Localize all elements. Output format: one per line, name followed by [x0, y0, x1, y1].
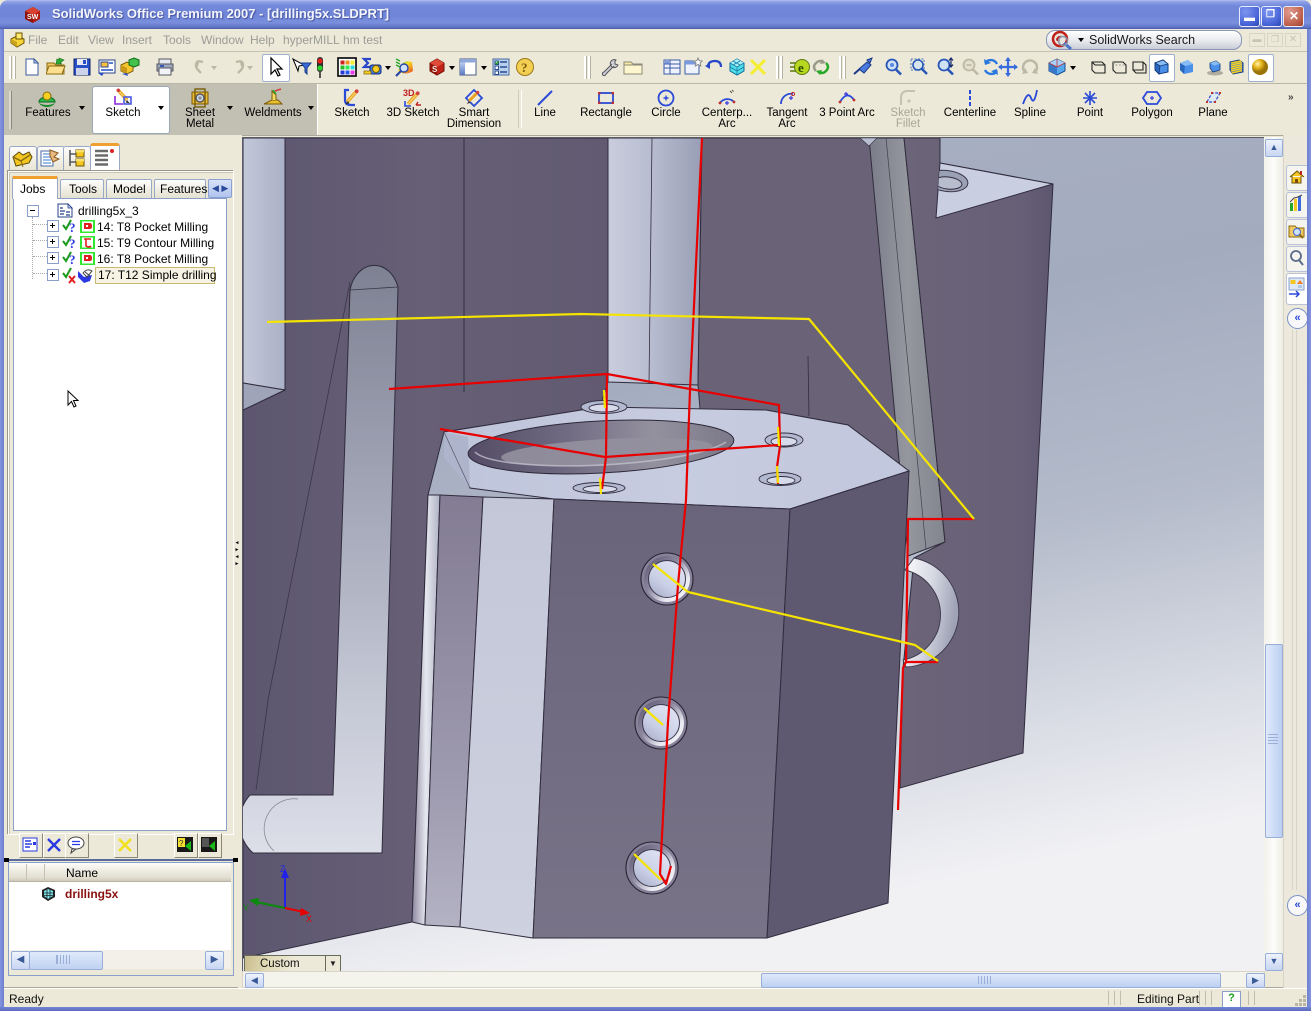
svg-text:S: S	[432, 65, 438, 74]
svg-text:e: e	[798, 60, 804, 75]
svg-text:X: X	[306, 914, 312, 924]
svg-text:?: ?	[521, 60, 528, 75]
svg-text:Z: Z	[280, 864, 286, 874]
svg-text:SW: SW	[27, 14, 39, 21]
svg-text:?: ?	[179, 839, 184, 848]
svg-text:Y: Y	[243, 903, 249, 913]
svg-text:?: ?	[69, 220, 76, 234]
svg-text:?: ?	[69, 252, 76, 266]
svg-text:?: ?	[69, 236, 76, 250]
